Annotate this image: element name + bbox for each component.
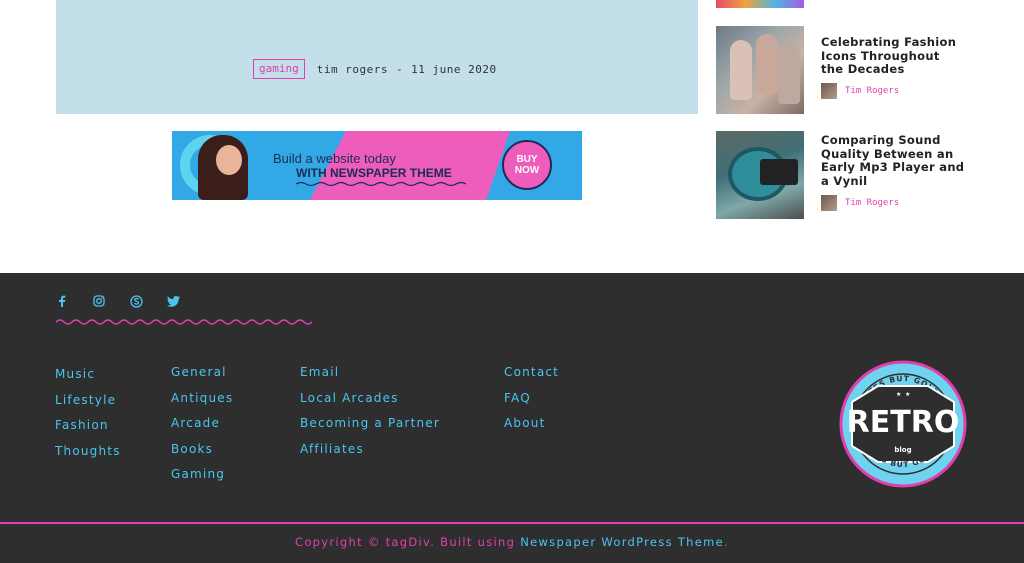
facebook-icon[interactable] [55, 294, 69, 308]
footer-column-topics: General Antiques Arcade Books Gaming [171, 363, 233, 491]
meta-separator: - [395, 62, 404, 76]
footer-link-becoming-partner[interactable]: Becoming a Partner [300, 416, 440, 430]
category-tag[interactable]: gaming [253, 59, 305, 79]
footer-link-email[interactable]: Email [300, 365, 339, 379]
post-meta: gaming tim rogers -11 june 2020 [253, 59, 497, 79]
thumbnail-figure [756, 34, 778, 94]
theme-link[interactable]: Newspaper WordPress Theme [520, 535, 724, 549]
post-author-row: Tim Rogers [821, 195, 899, 211]
footer-column-categories: Music Lifestyle Fashion Thoughts [55, 365, 121, 467]
featured-post-card[interactable]: gaming tim rogers -11 june 2020 [56, 0, 698, 114]
footer-link-local-arcades[interactable]: Local Arcades [300, 391, 399, 405]
copyright-notice: Copyright © tagDiv. Built using Newspape… [0, 535, 1024, 549]
skype-icon[interactable] [129, 294, 143, 308]
footer-link-books[interactable]: Books [171, 442, 213, 456]
post-thumbnail[interactable] [716, 131, 804, 219]
thumbnail-figure [778, 44, 800, 104]
footer-divider [0, 522, 1024, 524]
footer-link-contact[interactable]: Contact [504, 365, 559, 379]
site-footer: Music Lifestyle Fashion Thoughts General… [0, 273, 1024, 563]
thumbnail-mp3-player [760, 159, 798, 185]
footer-link-about[interactable]: About [504, 416, 545, 430]
thumbnail-figure [730, 40, 752, 100]
footer-link-general[interactable]: General [171, 365, 227, 379]
logo-star-left: ★ [896, 391, 901, 398]
logo-star-right: ★ [905, 391, 910, 398]
footer-link-thoughts[interactable]: Thoughts [55, 444, 121, 458]
footer-link-lifestyle[interactable]: Lifestyle [55, 393, 116, 407]
author-name[interactable]: Tim Rogers [845, 198, 899, 208]
ad-headline: Build a website today [273, 151, 396, 166]
post-author[interactable]: tim rogers [317, 63, 388, 76]
social-links [55, 294, 180, 308]
ad-banner[interactable]: Build a website today WITH NEWSPAPER THE… [172, 131, 582, 200]
footer-link-fashion[interactable]: Fashion [55, 418, 109, 432]
ad-model-face [216, 145, 242, 175]
copyright-prefix: Copyright © tagDiv. Built using [295, 535, 521, 549]
buy-now-button[interactable]: BUY NOW [502, 140, 552, 190]
post-author-row: Tim Rogers [821, 83, 899, 99]
logo-sub-text: blog [894, 446, 911, 454]
buy-now-line1: BUY [516, 154, 538, 165]
instagram-icon[interactable] [92, 294, 106, 308]
copyright-suffix: . [724, 535, 729, 549]
footer-link-faq[interactable]: FAQ [504, 391, 531, 405]
decorative-wave-divider [56, 319, 312, 325]
footer-link-gaming[interactable]: Gaming [171, 467, 225, 481]
ad-subheadline: WITH NEWSPAPER THEME [296, 166, 452, 180]
previous-post-thumbnail[interactable] [716, 0, 804, 8]
post-title[interactable]: Celebrating Fashion Icons Throughout the… [821, 35, 966, 77]
footer-link-music[interactable]: Music [55, 367, 95, 381]
buy-now-line2: NOW [514, 165, 540, 176]
post-title[interactable]: Comparing Sound Quality Between an Early… [821, 133, 966, 188]
footer-column-connect: Email Local Arcades Becoming a Partner A… [300, 363, 440, 465]
post-author-date: tim rogers -11 june 2020 [317, 63, 497, 76]
ad-underline-squiggle [296, 181, 466, 187]
twitter-icon[interactable] [166, 294, 180, 308]
footer-column-info: Contact FAQ About [504, 363, 559, 440]
footer-link-affiliates[interactable]: Affiliates [300, 442, 364, 456]
retro-blog-logo[interactable]: BLATES BUT GOLDIES ★ ★ RETRO blog BLATES… [838, 360, 968, 488]
footer-link-arcade[interactable]: Arcade [171, 416, 220, 430]
author-name[interactable]: Tim Rogers [845, 86, 899, 96]
author-avatar[interactable] [821, 195, 837, 211]
footer-link-antiques[interactable]: Antiques [171, 391, 233, 405]
post-date: 11 june 2020 [411, 62, 497, 76]
post-thumbnail[interactable] [716, 26, 804, 114]
author-avatar[interactable] [821, 83, 837, 99]
logo-main-text: RETRO [847, 405, 960, 440]
